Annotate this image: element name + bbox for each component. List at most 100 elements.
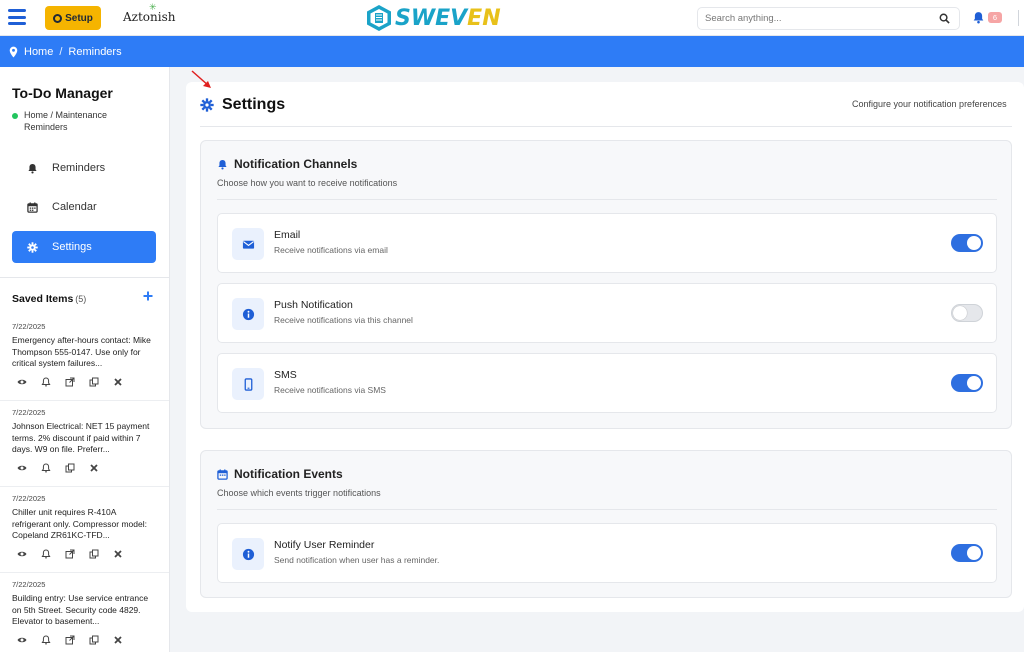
- info-icon: [242, 548, 254, 560]
- top-separator: [1018, 10, 1019, 26]
- saved-item-text: Johnson Electrical: NET 15 payment terms…: [12, 421, 150, 454]
- saved-items-count: (5): [75, 294, 87, 304]
- envelope-icon: [242, 240, 254, 249]
- section-divider: [217, 199, 997, 200]
- breadcrumb-home[interactable]: Home: [24, 46, 53, 58]
- bell-icon: [973, 12, 984, 24]
- bell-icon: [218, 159, 227, 170]
- breadcrumb-separator: /: [59, 45, 63, 58]
- channel-push-row: Push Notification Receive notifications …: [217, 283, 997, 343]
- mobile-icon: [244, 377, 252, 391]
- bell-outline-icon[interactable]: [41, 377, 51, 387]
- add-icon[interactable]: [143, 291, 153, 301]
- section-divider: [217, 509, 997, 510]
- notification-events-section: Notification Events Choose which events …: [200, 450, 1012, 598]
- page-title: Settings: [200, 96, 285, 114]
- sidebar-item-calendar[interactable]: Calendar: [12, 191, 156, 223]
- setup-label: Setup: [65, 12, 93, 24]
- app-logo[interactable]: SWEVEN: [366, 3, 501, 33]
- saved-item[interactable]: 7/22/2025 Building entry: Use service en…: [0, 573, 169, 652]
- saved-item-actions: [17, 635, 123, 645]
- saved-item-text: Emergency after-hours contact: Mike Thom…: [12, 335, 151, 368]
- channel-title: Email: [274, 229, 301, 241]
- sms-toggle[interactable]: [951, 374, 983, 392]
- brand-logo-small[interactable]: Aztonish ✳: [123, 3, 176, 24]
- external-link-icon[interactable]: [65, 635, 75, 645]
- eye-icon[interactable]: [17, 463, 27, 473]
- search-box[interactable]: [697, 7, 960, 30]
- close-icon[interactable]: [113, 549, 123, 559]
- saved-item[interactable]: 7/22/2025 Johnson Electrical: NET 15 pay…: [0, 401, 169, 487]
- saved-item[interactable]: 7/22/2025 Emergency after-hours contact:…: [0, 315, 169, 401]
- external-link-icon[interactable]: [65, 377, 75, 387]
- toggle-knob: [967, 546, 981, 560]
- calendar-icon: [217, 468, 228, 480]
- annotation-arrow-icon: [191, 70, 211, 88]
- external-link-icon[interactable]: [65, 549, 75, 559]
- copy-icon[interactable]: [89, 549, 99, 559]
- sidebar-path-text: Home / Maintenance Reminders: [24, 110, 108, 132]
- eye-icon[interactable]: [17, 549, 27, 559]
- hamburger-menu-icon[interactable]: [8, 9, 26, 25]
- info-icon: [242, 308, 254, 320]
- setup-button[interactable]: Setup: [45, 6, 101, 30]
- saved-items-heading: Saved Items (5): [12, 293, 86, 305]
- sidebar: To-Do Manager Home / Maintenance Reminde…: [0, 67, 170, 652]
- bell-outline-icon[interactable]: [41, 463, 51, 473]
- bell-outline-icon[interactable]: [41, 549, 51, 559]
- saved-item[interactable]: 7/22/2025 Chiller unit requires R-410A r…: [0, 487, 169, 573]
- saved-item-text: Chiller unit requires R-410A refrigerant…: [12, 507, 147, 540]
- eye-icon[interactable]: [17, 377, 27, 387]
- title-divider: [200, 126, 1012, 127]
- search-input[interactable]: [698, 8, 918, 29]
- sidebar-item-label: Settings: [52, 241, 92, 253]
- saved-items-title: Saved Items: [12, 293, 74, 305]
- breadcrumb-current: Reminders: [68, 45, 122, 58]
- bell-icon: [28, 163, 37, 174]
- section-title-text: Notification Channels: [234, 157, 358, 171]
- channel-description: Receive notifications via this channel: [274, 315, 413, 325]
- channel-sms-row: SMS Receive notifications via SMS: [217, 353, 997, 413]
- channel-icon-box: [232, 298, 264, 330]
- email-toggle[interactable]: [951, 234, 983, 252]
- notifications-button[interactable]: 6: [972, 10, 1004, 26]
- saved-item-actions: [17, 549, 123, 559]
- push-notification-toggle[interactable]: [951, 304, 983, 322]
- close-icon[interactable]: [113, 377, 123, 387]
- bell-outline-icon[interactable]: [41, 635, 51, 645]
- sidebar-title: To-Do Manager: [12, 85, 113, 101]
- notify-user-reminder-toggle[interactable]: [951, 544, 983, 562]
- close-icon[interactable]: [89, 463, 99, 473]
- gear-icon: [27, 241, 38, 253]
- notification-badge: 6: [988, 12, 1002, 23]
- spark-icon: ✳: [149, 3, 157, 13]
- status-dot: [12, 113, 18, 119]
- sidebar-item-reminders[interactable]: Reminders: [12, 152, 156, 184]
- section-title: Notification Events: [217, 467, 343, 481]
- copy-icon[interactable]: [89, 635, 99, 645]
- logo-text: SWEVEN: [395, 5, 501, 31]
- page-subtitle: Configure your notification preferences: [852, 99, 1007, 109]
- channel-email-row: Email Receive notifications via email: [217, 213, 997, 273]
- sidebar-item-label: Reminders: [52, 162, 106, 174]
- copy-icon[interactable]: [65, 463, 75, 473]
- channel-icon-box: [232, 228, 264, 260]
- gear-icon: [200, 98, 214, 112]
- copy-icon[interactable]: [89, 377, 99, 387]
- saved-item-date: 7/22/2025: [12, 494, 46, 503]
- notification-channels-section: Notification Channels Choose how you wan…: [200, 140, 1012, 429]
- sidebar-item-settings[interactable]: Settings: [12, 231, 156, 263]
- section-title: Notification Channels: [217, 157, 357, 171]
- search-icon[interactable]: [939, 13, 950, 24]
- breadcrumb: Home / Reminders: [0, 36, 1024, 67]
- toggle-knob: [967, 236, 981, 250]
- eye-icon[interactable]: [17, 635, 27, 645]
- sidebar-divider: [0, 277, 169, 278]
- section-subtitle: Choose how you want to receive notificat…: [217, 178, 398, 188]
- toggle-knob: [953, 306, 967, 320]
- channel-title: SMS: [274, 369, 297, 381]
- close-icon[interactable]: [113, 635, 123, 645]
- calendar-icon: [27, 201, 38, 213]
- event-reminder-row: Notify User Reminder Send notification w…: [217, 523, 997, 583]
- saved-item-actions: [17, 377, 123, 387]
